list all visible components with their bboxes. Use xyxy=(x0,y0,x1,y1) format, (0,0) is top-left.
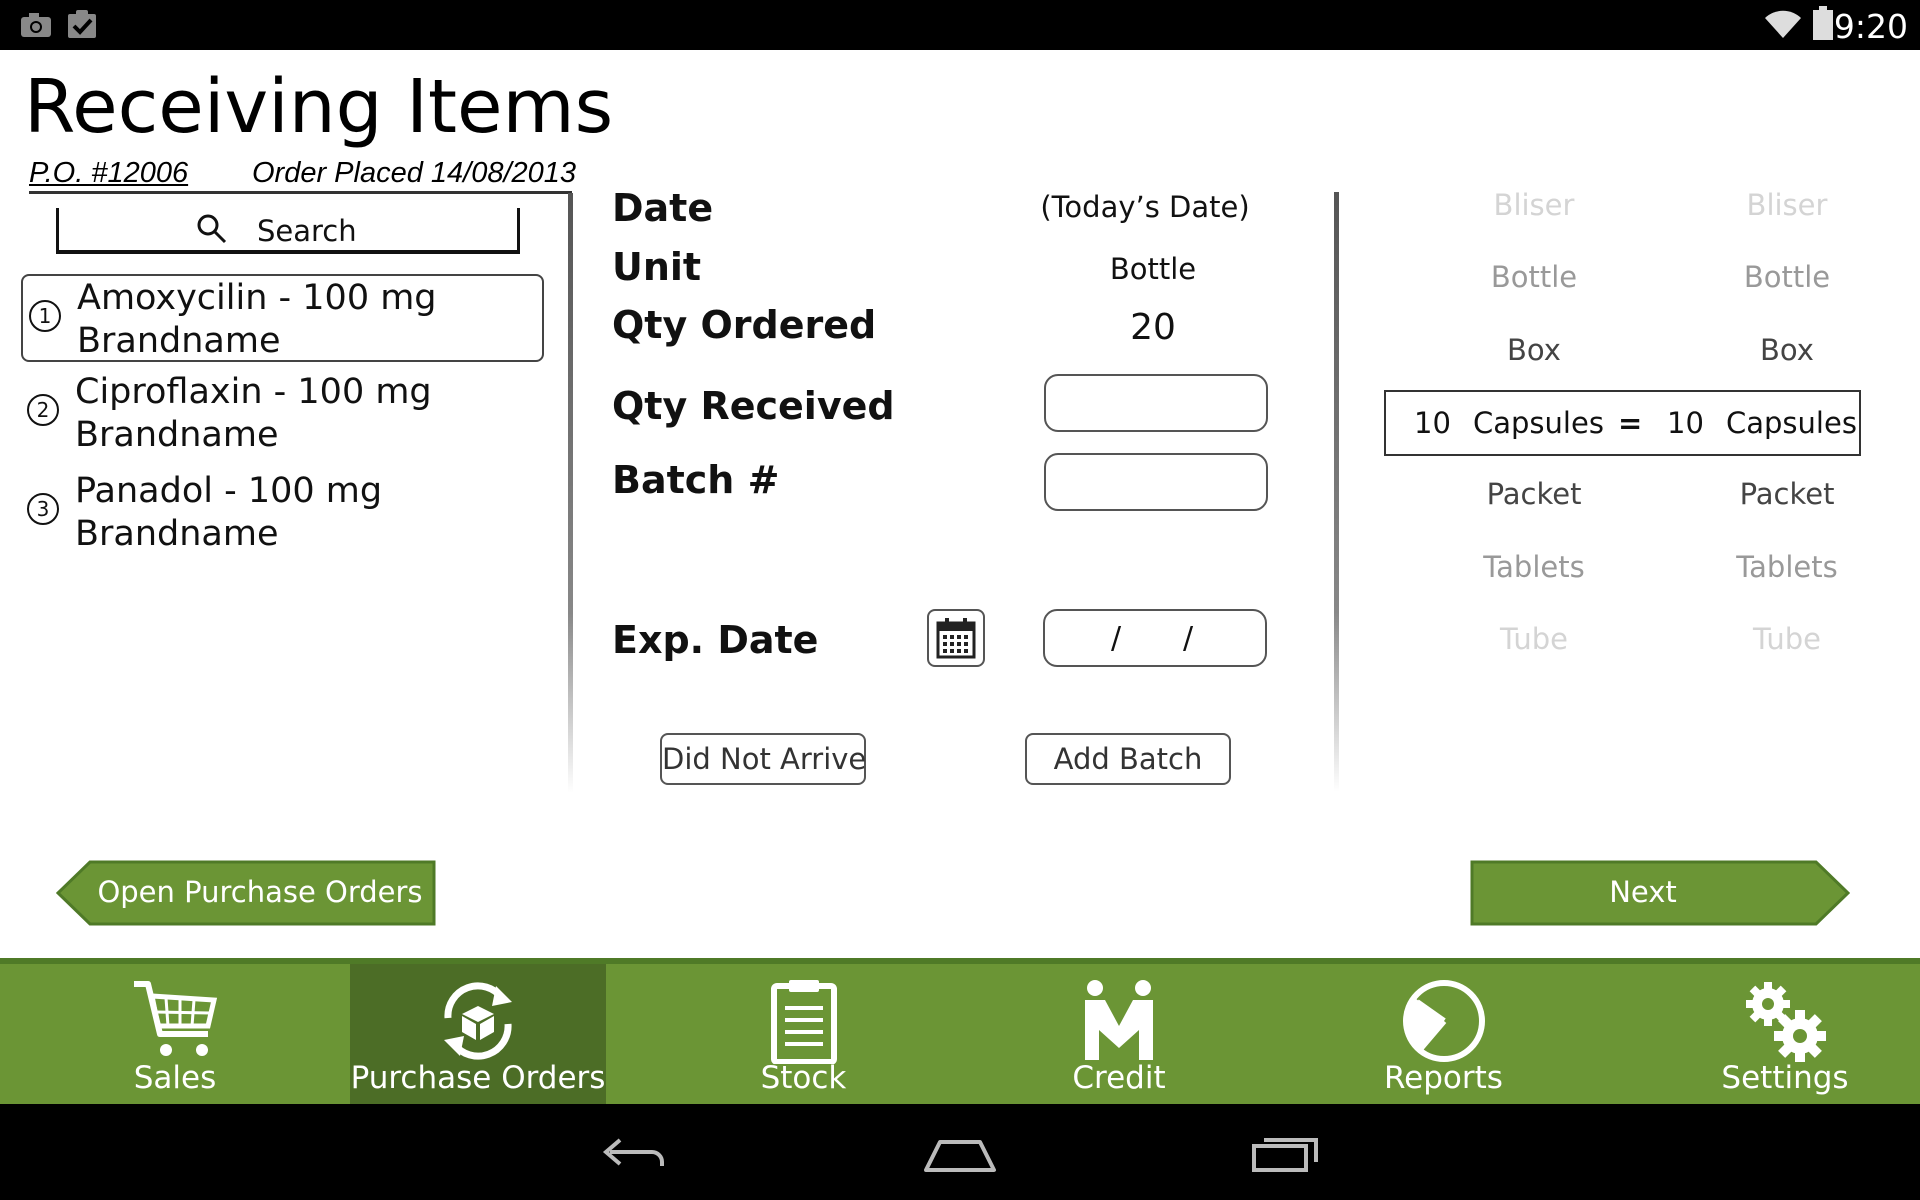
tab-label: Settings xyxy=(1721,1060,1849,1096)
item-name: Panadol - 100 mg xyxy=(75,471,383,511)
unit-option-right[interactable]: Packet xyxy=(1687,477,1887,511)
list-item[interactable]: 2 Ciproflaxin - 100 mg Brandname xyxy=(21,370,544,458)
status-bar: 9:20 xyxy=(0,0,1920,50)
purchase-orders-icon xyxy=(444,982,512,1060)
item-name: Amoxycilin - 100 mg xyxy=(77,278,437,318)
conversion-right-qty: 10 xyxy=(1667,406,1704,440)
unit-option-left[interactable]: Packet xyxy=(1434,477,1634,511)
right-panel-divider xyxy=(1334,192,1339,792)
search-icon xyxy=(197,214,227,244)
unit-option-right[interactable]: Tablets xyxy=(1687,550,1887,584)
unit-conversion-selector[interactable]: 10 Capsules = 10 Capsules xyxy=(1384,390,1861,456)
page-title: Receiving Items xyxy=(24,64,614,150)
gears-icon xyxy=(1746,982,1826,1062)
system-navigation-bar xyxy=(0,1104,1920,1200)
search-input[interactable]: Search xyxy=(56,208,520,254)
batch-input[interactable] xyxy=(1044,453,1268,511)
list-item[interactable]: 3 Panadol - 100 mg Brandname xyxy=(21,469,544,557)
conversion-right-unit: Capsules xyxy=(1726,406,1857,440)
next-button[interactable]: Next xyxy=(1470,860,1850,926)
date-value: (Today’s Date) xyxy=(1040,190,1250,224)
po-number: P.O. #12006 xyxy=(29,157,189,189)
unit-label: Unit xyxy=(612,245,702,289)
tab-label: Sales xyxy=(133,1060,217,1096)
add-batch-button[interactable]: Add Batch xyxy=(1025,733,1231,785)
tab-purchase-orders[interactable]: Purchase Orders xyxy=(350,964,606,1104)
tab-reports[interactable]: Reports xyxy=(1237,964,1650,1104)
recent-apps-icon[interactable] xyxy=(1250,1134,1320,1174)
batch-label: Batch # xyxy=(612,458,780,502)
item-number-badge: 1 xyxy=(29,300,61,332)
order-placed-date: Order Placed 14/08/2013 xyxy=(252,157,577,189)
date-label: Date xyxy=(612,186,714,230)
tab-label: Credit xyxy=(1072,1060,1166,1096)
tab-stock[interactable]: Stock xyxy=(606,964,1001,1104)
calendar-icon xyxy=(936,618,976,659)
tab-sales[interactable]: Sales xyxy=(0,964,350,1104)
unit-option-left[interactable]: Tablets xyxy=(1434,550,1634,584)
unit-option-right[interactable]: Box xyxy=(1687,333,1887,367)
conversion-left-unit: Capsules xyxy=(1473,406,1604,440)
list-item[interactable]: 1 Amoxycilin - 100 mg Brandname xyxy=(21,274,544,362)
exp-date-separator: / xyxy=(1183,621,1194,656)
left-panel-divider xyxy=(568,193,573,793)
exp-date-separator: / xyxy=(1111,621,1122,656)
home-icon[interactable] xyxy=(922,1138,998,1174)
item-brand: Brandname xyxy=(77,321,281,361)
open-purchase-orders-button[interactable]: Open Purchase Orders xyxy=(56,860,436,926)
unit-option-left[interactable]: Bliser xyxy=(1434,188,1634,222)
unit-value: Bottle xyxy=(1109,252,1197,286)
conversion-left-qty: 10 xyxy=(1414,406,1451,440)
exp-date-label: Exp. Date xyxy=(612,618,819,662)
qty-ordered-label: Qty Ordered xyxy=(612,303,877,347)
status-clock: 9:20 xyxy=(1833,7,1908,46)
unit-option-right[interactable]: Bottle xyxy=(1687,260,1887,294)
unit-option-left[interactable]: Box xyxy=(1434,333,1634,367)
item-brand: Brandname xyxy=(75,415,279,455)
camera-icon xyxy=(21,13,51,37)
next-label: Next xyxy=(1609,875,1677,909)
handshake-icon xyxy=(1085,980,1153,1060)
unit-option-right[interactable]: Tube xyxy=(1687,622,1887,656)
item-number-badge: 2 xyxy=(27,394,59,426)
bottom-tab-bar: Sales Purchase Orders Stock Credit Repor… xyxy=(0,958,1920,1104)
search-label: Search xyxy=(257,214,357,248)
tab-label: Purchase Orders xyxy=(350,1060,606,1096)
tab-credit[interactable]: Credit xyxy=(1001,964,1237,1104)
calendar-button[interactable] xyxy=(927,609,985,667)
qty-ordered-value: 20 xyxy=(1130,307,1176,348)
unit-option-right[interactable]: Bliser xyxy=(1687,188,1887,222)
tab-label: Stock xyxy=(760,1060,847,1096)
cart-icon xyxy=(134,981,218,1056)
clipboard-check-icon xyxy=(68,10,96,38)
unit-option-left[interactable]: Bottle xyxy=(1434,260,1634,294)
item-name: Ciproflaxin - 100 mg xyxy=(75,372,432,412)
qty-received-label: Qty Received xyxy=(612,384,895,428)
item-brand: Brandname xyxy=(75,514,279,554)
unit-option-left[interactable]: Tube xyxy=(1434,622,1634,656)
qty-received-input[interactable] xyxy=(1044,374,1268,432)
open-purchase-orders-label: Open Purchase Orders xyxy=(97,875,423,909)
battery-icon xyxy=(1813,6,1833,40)
item-number-badge: 3 xyxy=(27,493,59,525)
clipboard-icon xyxy=(770,980,837,1064)
pie-chart-icon xyxy=(1402,980,1485,1062)
wifi-icon xyxy=(1765,10,1801,38)
header-divider xyxy=(29,191,572,194)
receiving-items-screen: 9:20 Receiving Items P.O. #12006 Order P… xyxy=(0,0,1920,1200)
exp-date-input[interactable]: / / xyxy=(1043,609,1267,667)
tab-label: Reports xyxy=(1384,1060,1503,1096)
tab-settings[interactable]: Settings xyxy=(1650,964,1920,1104)
did-not-arrive-button[interactable]: Did Not Arrive xyxy=(660,733,866,785)
conversion-equals: = xyxy=(1618,406,1643,440)
back-icon[interactable] xyxy=(600,1136,670,1172)
